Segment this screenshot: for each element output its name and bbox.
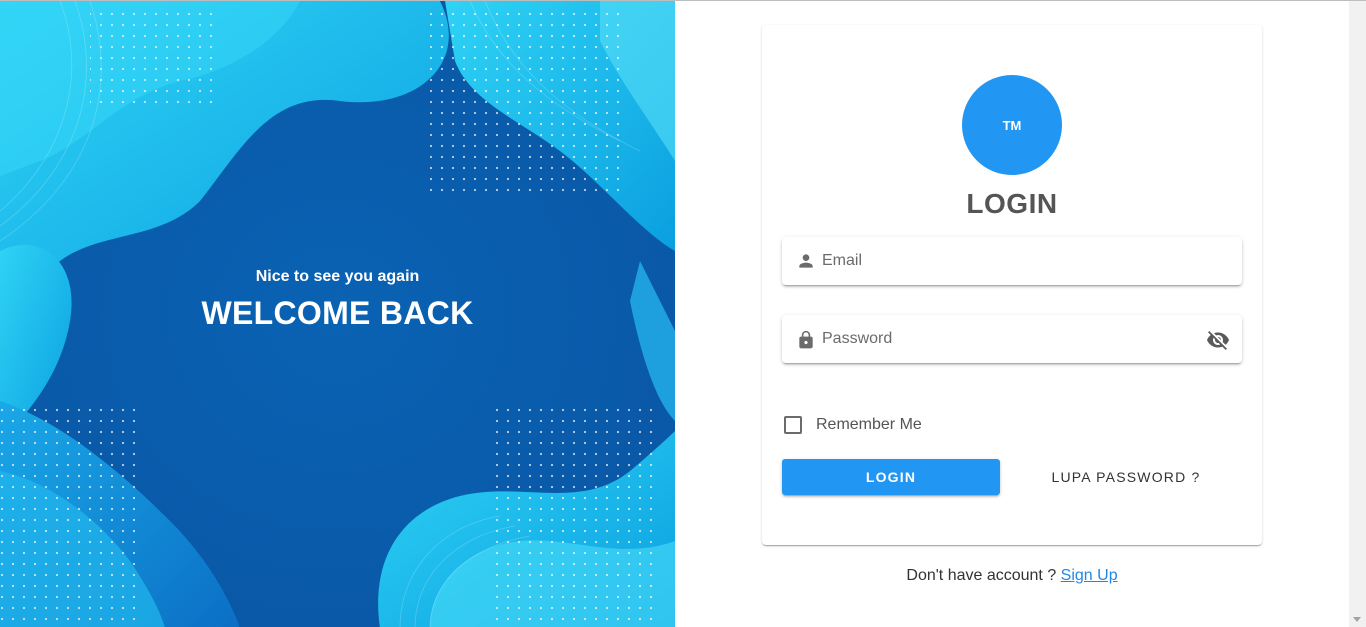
eye-off-icon[interactable] <box>1206 328 1230 352</box>
password-placeholder: Password <box>822 330 893 347</box>
hero-subtitle: Nice to see you again <box>255 268 420 285</box>
login-button[interactable]: LOGIN <box>782 459 1000 495</box>
hero-panel: Nice to see you again WELCOME BACK <box>0 1 675 627</box>
signup-prompt-text: Don't have account ? <box>906 567 1057 584</box>
scroll-down-icon[interactable] <box>1353 617 1361 622</box>
email-field[interactable]: Email <box>782 237 1242 285</box>
lock-icon <box>796 329 816 349</box>
forgot-password-button[interactable]: LUPA PASSWORD ? <box>1022 459 1230 495</box>
email-placeholder: Email <box>822 252 863 269</box>
scrollbar[interactable] <box>1349 1 1366 627</box>
login-card: TM LOGIN Email Password Remember Me LOGI… <box>762 25 1262 545</box>
remember-me[interactable]: Remember Me <box>784 415 922 435</box>
remember-label: Remember Me <box>816 416 922 433</box>
avatar: TM <box>962 75 1062 175</box>
signup-prompt: Don't have account ? Sign Up <box>762 567 1262 585</box>
hero-title: WELCOME BACK <box>201 295 474 331</box>
login-title: LOGIN <box>966 188 1058 219</box>
signup-link[interactable]: Sign Up <box>1061 567 1118 584</box>
password-field[interactable]: Password <box>782 315 1242 363</box>
hero-text: Nice to see you again WELCOME BACK <box>0 267 675 331</box>
login-page: Nice to see you again WELCOME BACK TM LO… <box>0 0 1366 627</box>
remember-checkbox[interactable] <box>784 416 802 434</box>
person-icon <box>796 251 816 271</box>
